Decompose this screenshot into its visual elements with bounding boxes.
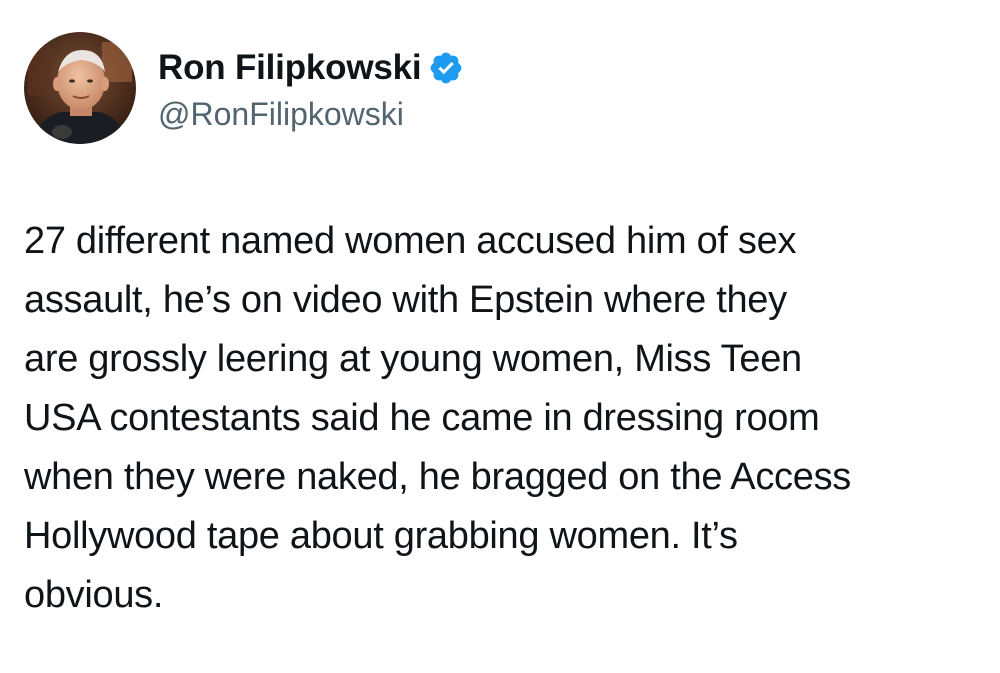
tweet-header: Ron Filipkowski @RonFilipkowski bbox=[24, 32, 464, 144]
tweet-text: 27 different named women accused him of … bbox=[24, 212, 984, 625]
avatar[interactable] bbox=[24, 32, 136, 144]
name-row: Ron Filipkowski bbox=[158, 46, 464, 90]
tweet-text-line: USA contestants said he came in dressing… bbox=[24, 397, 820, 439]
tweet-text-line: assault, he’s on video with Epstein wher… bbox=[24, 279, 787, 321]
verified-badge-icon bbox=[428, 50, 464, 86]
tweet-text-line: are grossly leering at young women, Miss… bbox=[24, 338, 802, 380]
tweet-text-line: obvious. bbox=[24, 574, 164, 616]
tweet-text-line: when they were naked, he bragged on the … bbox=[24, 456, 851, 498]
author-identity: Ron Filipkowski @RonFilipkowski bbox=[158, 46, 464, 133]
tweet-text-line: 27 different named women accused him of … bbox=[24, 220, 797, 262]
tweet-text-line: Hollywood tape about grabbing women. It’… bbox=[24, 515, 738, 557]
author-display-name[interactable]: Ron Filipkowski bbox=[158, 48, 422, 88]
tweet-card: Ron Filipkowski @RonFilipkowski 27 diffe… bbox=[0, 0, 1000, 673]
avatar-image bbox=[24, 32, 136, 144]
author-handle[interactable]: @RonFilipkowski bbox=[158, 96, 464, 133]
